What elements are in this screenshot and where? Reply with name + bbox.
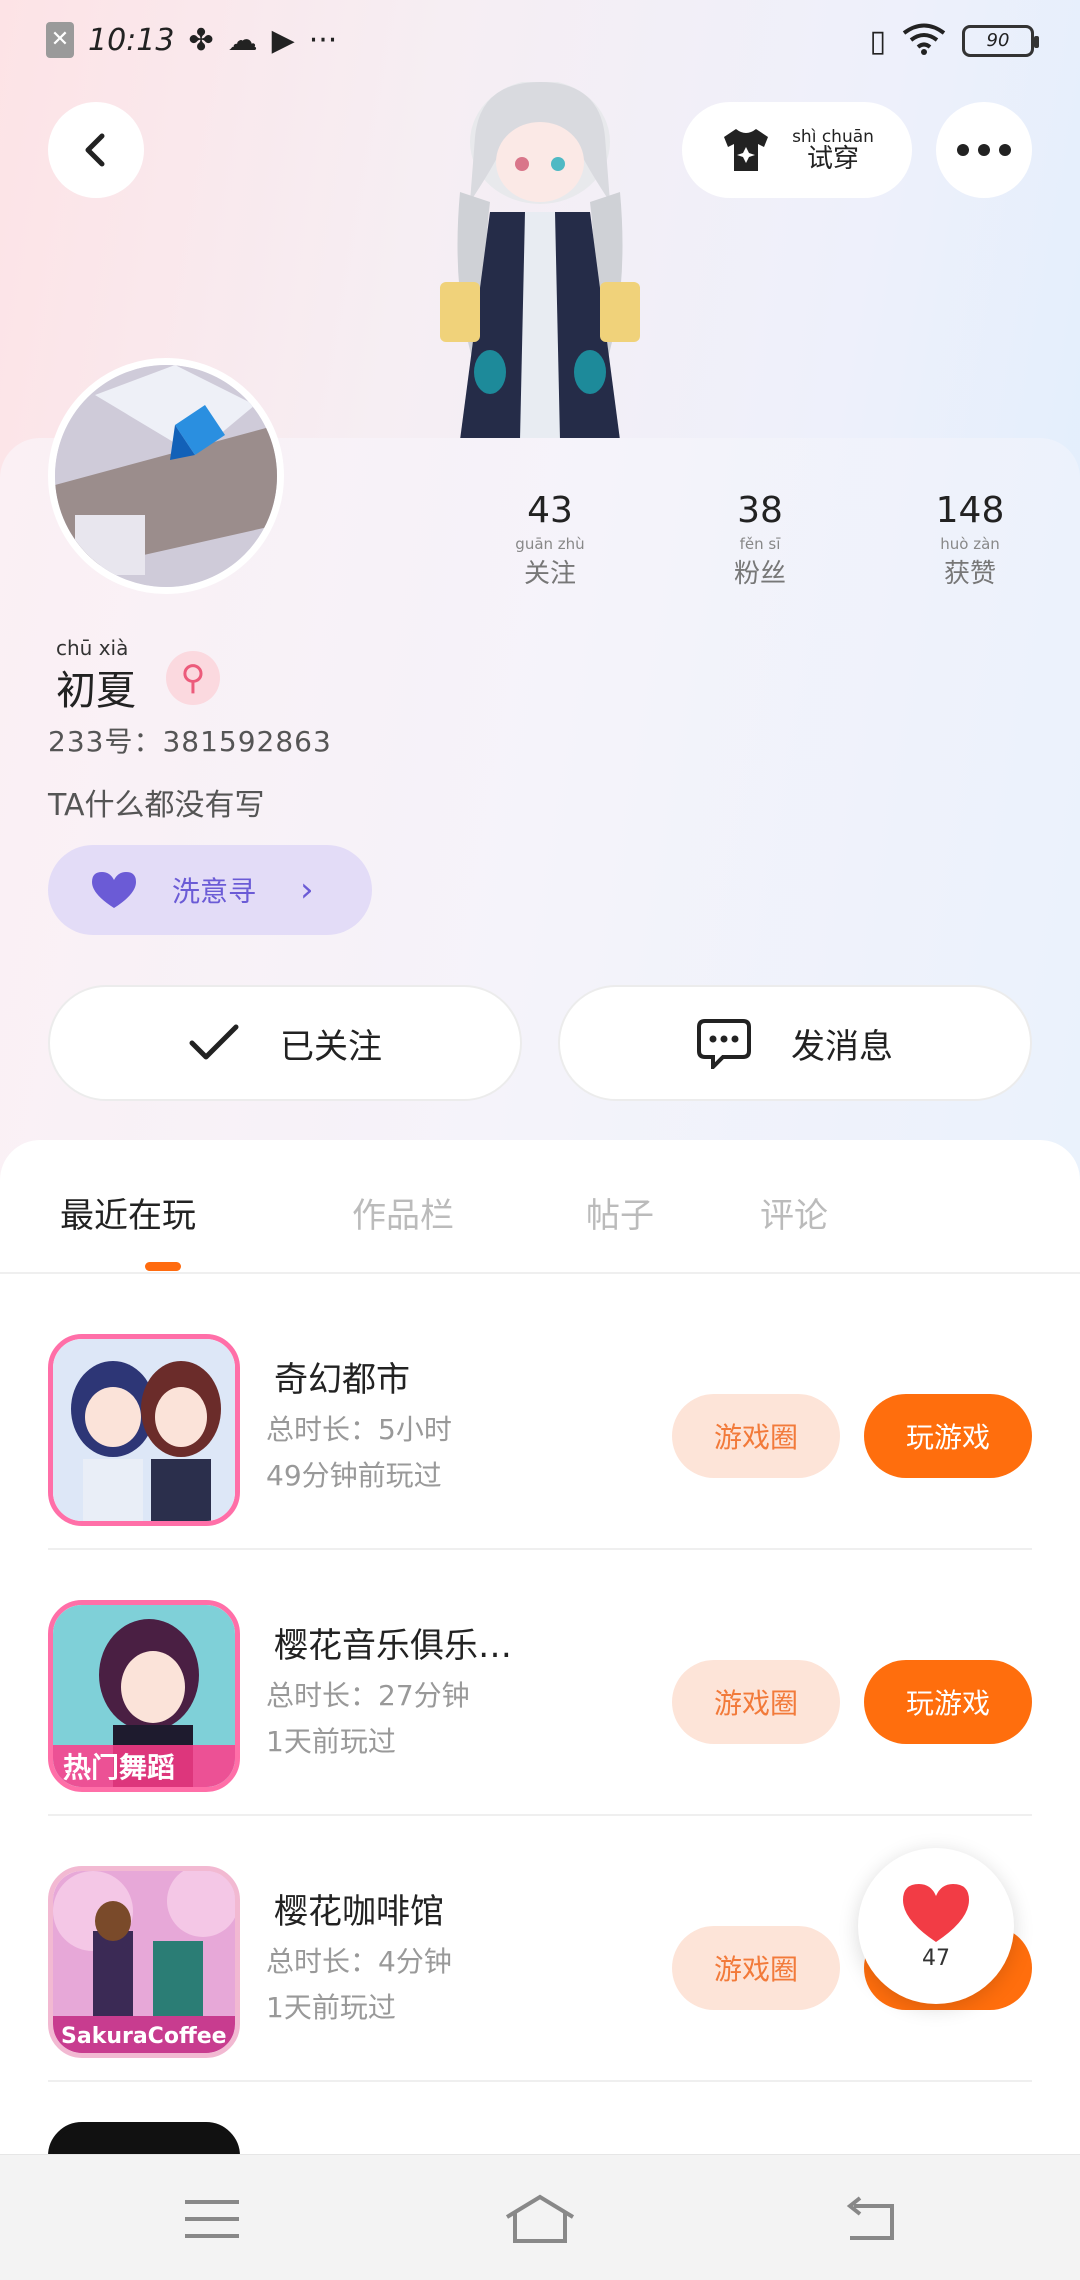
game-circle-button[interactable]: 游戏圈 <box>672 1394 840 1478</box>
home-icon[interactable] <box>500 2191 580 2247</box>
stat-fans-label: 粉丝 <box>733 559 786 589</box>
game-last-played: 1天前玩过 <box>266 1991 396 2024</box>
chat-bubble-icon <box>697 1019 751 1069</box>
game-last-played: 1天前玩过 <box>266 1725 396 1758</box>
game-thumbnail-caption: SakuraCoffee <box>61 2024 227 2049</box>
wifi-icon <box>902 22 946 60</box>
game-playtime: 总时长：27分钟 <box>266 1679 470 1712</box>
status-bar: ✕ 10:13 ✤ ☁ ▶ ··· ▯ 90 <box>0 0 1080 84</box>
menu-icon[interactable] <box>172 2191 252 2247</box>
profile-bio: TA什么都没有写 <box>48 788 265 823</box>
game-thumbnail[interactable]: SakuraCoffee <box>48 1866 240 2058</box>
game-row[interactable]: 奇幻都市 总时长：5小时 49分钟前玩过 游戏圈 玩游戏 <box>48 1284 1032 1550</box>
back-button[interactable] <box>48 102 144 198</box>
play-game-button[interactable]: 玩游戏 <box>864 1660 1032 1744</box>
profile-name-pinyin: chū xià <box>56 636 129 660</box>
like-floating-button[interactable]: 47 <box>858 1848 1014 2004</box>
profile-uid: 233号：381592863 <box>48 725 332 758</box>
name-row: chū xià 初夏 ⚲ <box>56 636 220 716</box>
try-on-pinyin: shì chuān <box>792 126 874 147</box>
tab-recently-played[interactable]: 最近在玩 <box>60 1188 196 1237</box>
profile-name-text: 初夏 <box>56 668 136 714</box>
game-title: 樱花咖啡馆 <box>274 1892 444 1932</box>
game-title: 奇幻都市 <box>274 1360 410 1400</box>
pinwheel-icon: ✤ <box>188 22 214 58</box>
stat-following-pinyin: guān zhù <box>515 535 585 553</box>
stat-likes-label: 获赞 <box>943 559 996 589</box>
game-circle-button[interactable]: 游戏圈 <box>672 1926 840 2010</box>
followed-button[interactable]: 已关注 <box>48 985 522 1101</box>
stat-following[interactable]: 43 guān zhù 关注 <box>480 490 620 590</box>
stat-following-value: 43 <box>527 490 573 531</box>
tab-indicator <box>145 1262 181 1271</box>
cloud-icon: ☁ <box>227 22 258 58</box>
profile-stats: 43 guān zhù 关注 38 fěn sī 粉丝 148 huò zàn 获赞 <box>480 490 1040 590</box>
send-message-label: 发消息 <box>791 1026 893 1067</box>
interest-chip-label: 洗意寻 <box>172 875 257 908</box>
avatar-character <box>420 80 660 440</box>
game-title: 樱花音乐俱乐… <box>274 1626 512 1666</box>
more-options-button[interactable] <box>936 102 1032 198</box>
more-dots-icon <box>957 144 1011 156</box>
tshirt-icon <box>724 129 769 171</box>
status-more: ··· <box>308 22 338 58</box>
game-playtime: 总时长：4分钟 <box>266 1945 452 1978</box>
profile-tabs: 最近在玩 作品栏 帖子 评论 <box>0 1140 1080 1274</box>
try-on-label: 试穿 <box>806 143 859 174</box>
system-nav-bar <box>0 2154 1080 2280</box>
status-time: 10:13 <box>88 22 175 58</box>
stat-fans[interactable]: 38 fěn sī 粉丝 <box>690 490 830 590</box>
chevron-right-icon: › <box>300 870 314 910</box>
game-last-played: 49分钟前玩过 <box>266 1459 442 1492</box>
avatar[interactable] <box>48 358 284 594</box>
heart-icon <box>92 872 136 908</box>
stat-likes-value: 148 <box>935 490 1005 531</box>
check-icon <box>189 1024 239 1060</box>
game-thumbnail[interactable]: 热门舞蹈 <box>48 1600 240 1792</box>
stat-fans-pinyin: fěn sī <box>739 535 781 553</box>
back-nav-icon[interactable] <box>828 2191 908 2247</box>
female-icon: ⚲ <box>166 651 220 705</box>
chevron-left-icon <box>85 133 105 167</box>
tab-works[interactable]: 作品栏 <box>352 1188 454 1237</box>
vibrate-icon: ▯ <box>869 23 886 59</box>
profile-name: chū xià 初夏 <box>56 636 136 716</box>
game-row[interactable]: 热门舞蹈 樱花音乐俱乐… 总时长：27分钟 1天前玩过 游戏圈 玩游戏 <box>48 1550 1032 1816</box>
try-on-button[interactable]: shì chuān 试穿 <box>682 102 912 198</box>
send-message-button[interactable]: 发消息 <box>558 985 1032 1101</box>
stat-fans-value: 38 <box>737 490 783 531</box>
interest-chip[interactable]: 洗意寻 › <box>48 845 372 935</box>
tab-comments[interactable]: 评论 <box>760 1188 828 1237</box>
notification-icon: ✕ <box>46 22 74 58</box>
game-thumbnail-caption: 热门舞蹈 <box>63 1751 175 1784</box>
stat-following-label: 关注 <box>523 559 576 589</box>
battery-indicator: 90 <box>962 25 1039 57</box>
like-count: 47 <box>922 1945 950 1971</box>
play-game-button[interactable]: 玩游戏 <box>864 1394 1032 1478</box>
stat-likes-pinyin: huò zàn <box>940 535 1000 553</box>
heart-icon <box>903 1883 969 1942</box>
game-thumbnail[interactable] <box>48 1334 240 1526</box>
game-playtime: 总时长：5小时 <box>266 1413 452 1446</box>
game-circle-button[interactable]: 游戏圈 <box>672 1660 840 1744</box>
followed-label: 已关注 <box>280 1026 382 1067</box>
video-icon: ▶ <box>271 22 295 58</box>
stat-likes[interactable]: 148 huò zàn 获赞 <box>900 490 1040 590</box>
tab-posts[interactable]: 帖子 <box>586 1188 654 1237</box>
